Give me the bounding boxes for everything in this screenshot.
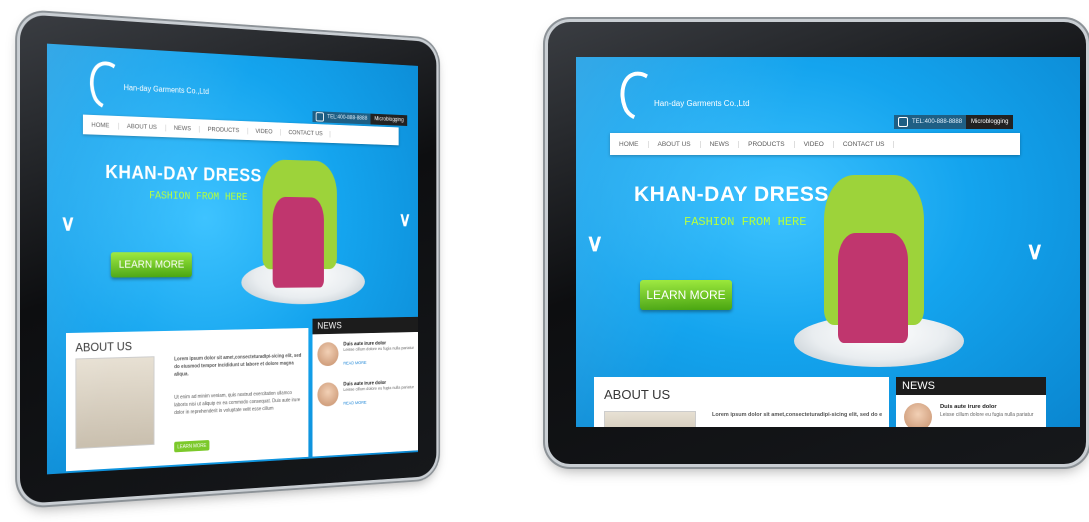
- news-item-2-read-more[interactable]: READ MORE: [343, 401, 366, 407]
- news-item-1-read-more[interactable]: READ MORE: [343, 361, 366, 366]
- hero-tagline: FASHION FROM HERE: [684, 215, 807, 229]
- nav-products[interactable]: PRODUCTS: [739, 140, 795, 148]
- logo-icon: [612, 65, 670, 127]
- screen-right: Han-day Garments Co.,Ltd TEL:400-888-888…: [576, 57, 1080, 427]
- tablet-right: Han-day Garments Co.,Ltd TEL:400-888-888…: [548, 22, 1086, 464]
- news-avatar-1: [317, 341, 339, 367]
- microblogging-link[interactable]: Microblogging: [370, 113, 408, 126]
- about-lead: Lorem ipsum dolor sit amet,consecteturad…: [712, 412, 882, 418]
- tablet-left: Han-day Garments Co.,Ltd TEL:400-888-888…: [20, 14, 437, 504]
- phone-bar: TEL:400-888-8888 Microblogging: [894, 115, 1014, 129]
- building-image: [604, 411, 696, 427]
- phone-icon: [315, 112, 324, 122]
- building-image: [75, 356, 155, 450]
- nav-contact-us[interactable]: CONTACT US: [280, 128, 331, 137]
- nav-about-us[interactable]: ABOUT US: [649, 140, 701, 148]
- about-section: ABOUT US Lorem ipsum dolor sit amet,cons…: [65, 328, 309, 472]
- nav-news[interactable]: NEWS: [701, 140, 740, 148]
- hero-headline: KHAN-DAY DRESS: [634, 183, 829, 206]
- learn-more-button[interactable]: LEARN MORE: [110, 252, 192, 278]
- learn-more-button[interactable]: LEARN MORE: [640, 280, 732, 310]
- phone-number: TEL:400-888-8888: [912, 119, 963, 125]
- phone-icon: [898, 117, 908, 127]
- nav-home[interactable]: HOME: [610, 140, 649, 148]
- nav-home[interactable]: HOME: [82, 120, 119, 130]
- about-lead: Lorem ipsum dolor sit amet,consecteturad…: [174, 353, 302, 378]
- nav-news[interactable]: NEWS: [165, 124, 200, 133]
- screen-left: Han-day Garments Co.,Ltd TEL:400-888-888…: [46, 43, 418, 475]
- news-title: NEWS: [896, 377, 1046, 395]
- main-nav: HOME ABOUT US NEWS PRODUCTS VIDEO CONTAC…: [610, 133, 1020, 155]
- hero-headline: KHAN-DAY DRESS: [105, 162, 262, 187]
- about-learn-more-button[interactable]: LEARN MORE: [174, 439, 210, 453]
- nav-about-us[interactable]: ABOUT US: [118, 122, 166, 131]
- nav-video[interactable]: VIDEO: [795, 140, 834, 148]
- nav-contact-us[interactable]: CONTACT US: [834, 140, 895, 148]
- hero-tagline: FASHION FROM HERE: [149, 190, 248, 204]
- microblogging-link[interactable]: Microblogging: [966, 115, 1014, 129]
- company-name: Han-day Garments Co.,Ltd: [123, 83, 210, 97]
- news-item-1-snippet: Leisse cillum dolore eu fugia nulla pari…: [343, 346, 414, 353]
- about-section: ABOUT US Lorem ipsum dolor sit amet,cons…: [594, 377, 889, 427]
- pink-jacket-image: [838, 233, 908, 343]
- prev-slide-chevron-icon[interactable]: ∨: [586, 229, 604, 258]
- prev-slide-chevron-icon[interactable]: ∨: [60, 211, 75, 237]
- news-section: NEWS Duis aute irure dolor Leisse cillum…: [896, 377, 1046, 427]
- company-name: Han-day Garments Co.,Ltd: [654, 99, 750, 108]
- nav-products[interactable]: PRODUCTS: [199, 125, 248, 134]
- news-item-1-snippet: Leisse cillum dolore eu fugia nulla pari…: [940, 412, 1034, 418]
- nav-video[interactable]: VIDEO: [247, 127, 281, 136]
- about-title: ABOUT US: [75, 339, 133, 355]
- next-slide-chevron-icon[interactable]: ∨: [399, 208, 411, 231]
- pink-jacket-image: [272, 196, 324, 288]
- news-avatar-1: [904, 403, 932, 427]
- news-title: NEWS: [312, 316, 418, 335]
- about-title: ABOUT US: [604, 387, 671, 402]
- news-section: NEWS Duis aute irure dolor Leisse cillum…: [312, 316, 418, 457]
- news-item-1-title[interactable]: Duis aute irure dolor: [940, 404, 997, 410]
- news-avatar-2: [317, 382, 339, 407]
- about-body: Ut enim ad minim veniam, quis nostrud ex…: [174, 390, 301, 416]
- next-slide-chevron-icon[interactable]: ∨: [1026, 237, 1044, 266]
- phone-number: TEL:400-888-8888: [327, 114, 368, 122]
